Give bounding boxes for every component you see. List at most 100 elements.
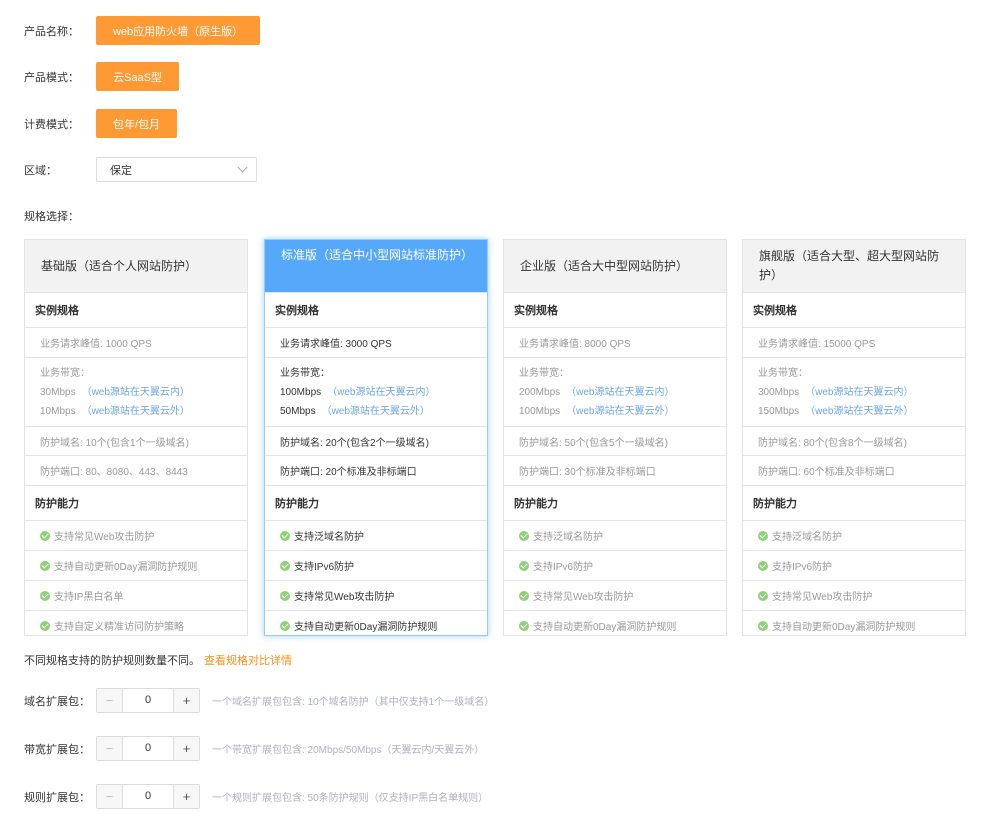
bandwidth-out: 50Mbps （web源站在天翼云外） [280,402,430,421]
bandwidth-out-value: 50Mbps [280,405,316,417]
bandwidth-out-value: 10Mbps [40,405,76,417]
ports-cell: 防护端口: 80、8080、443、8443 [25,455,247,485]
billing-mode-label: 计费模式： [24,118,79,131]
region-select[interactable]: 保定 [96,157,257,182]
product-name-label: 产品名称： [24,25,79,38]
decrement-button[interactable]: − [97,689,123,712]
product-mode-option[interactable]: 云SaaS型 [96,62,179,91]
ports-cell: 防护端口: 30个标准及非标端口 [504,455,726,485]
bandwidth-cell: 业务带宽： 100Mbps （web源站在天翼云内） 50Mbps （web源站在天… [265,357,487,426]
bandwidth-out: 100Mbps （web源站在天翼云外） [519,402,675,421]
qps-cell: 业务请求峰值: 1000 QPS [25,327,247,357]
feature-text: 支持自动更新0Day漏洞防护规则 [294,622,438,633]
bandwidth-in: 100Mbps （web源站在天翼云内） [280,383,436,402]
feature-text: 支持IPv6防护 [772,562,833,573]
extension-label: 带宽扩展包： [24,743,90,756]
bandwidth-label: 业务带宽： [40,367,90,379]
feature-item: 支持IP黑白名单 [25,580,247,610]
decrement-button[interactable]: − [97,785,123,808]
qps-cell: 业务请求峰值: 3000 QPS [265,327,487,357]
bandwidth-out: 150Mbps （web源站在天翼云外） [758,402,914,421]
extension-label: 规则扩展包： [24,791,90,804]
spec-label: 规格选择： [24,211,79,223]
bandwidth-out-value: 100Mbps [519,405,561,417]
plan-card[interactable]: 标准版（适合中小型网站标准防护） 实例规格 业务请求峰值: 3000 QPS 业… [264,239,488,636]
bandwidth-in-note: （web源站在天翼云内） [805,386,914,398]
check-circle-icon [280,590,290,601]
region-row: 区域： 保定 [24,157,257,182]
check-circle-icon [758,590,768,601]
increment-button[interactable]: + [173,689,199,712]
check-circle-icon [758,620,768,631]
increment-button[interactable]: + [173,785,199,808]
ability-title: 防护能力 [743,485,965,520]
bandwidth-label: 业务带宽： [280,367,330,379]
check-circle-icon [40,590,50,601]
check-circle-icon [519,530,529,541]
plan-card[interactable]: 基础版（适合个人网站防护） 实例规格 业务请求峰值: 1000 QPS 业务带宽… [24,239,248,636]
plan-card[interactable]: 旗舰版（适合大型、超大型网站防护） 实例规格 业务请求峰值: 15000 QPS… [742,239,966,636]
compare-details-link[interactable]: 查看规格对比详情 [204,655,292,667]
quantity-stepper: −0 + [96,688,200,713]
feature-text: 支持自动更新0Day漏洞防护规则 [54,562,198,573]
feature-item: 支持IPv6防护 [265,550,487,580]
instance-spec-title: 实例规格 [504,292,726,327]
bandwidth-out-note: （web源站在天翼云外） [321,405,430,417]
plan-title: 标准版（适合中小型网站标准防护） [265,240,487,292]
plan-title: 基础版（适合个人网站防护） [25,240,247,292]
quantity-stepper: −0 + [96,736,200,761]
feature-text: 支持常见Web攻击防护 [294,592,395,603]
bandwidth-cell: 业务带宽： 30Mbps （web源站在天翼云内） 10Mbps （web源站在天翼… [25,357,247,426]
spec-notice: 不同规格支持的防护规则数量不同。 查看规格对比详情 [24,652,292,668]
increment-button[interactable]: + [173,737,199,760]
bandwidth-in-value: 200Mbps [519,386,561,398]
extension-row: 域名扩展包： −0 + 一个域名扩展包包含: 10个域名防护（其中仅支持1个一级域名） [24,688,494,713]
decrement-button[interactable]: − [97,737,123,760]
feature-text: 支持自动更新0Day漏洞防护规则 [772,622,916,633]
check-circle-icon [40,560,50,571]
product-mode-label: 产品模式： [24,71,79,84]
ability-title: 防护能力 [504,485,726,520]
bandwidth-label: 业务带宽： [519,367,569,379]
quantity-input[interactable]: 0 [123,737,173,760]
billing-mode-row: 计费模式： 包年/包月 [24,109,178,138]
check-circle-icon [40,530,50,541]
extension-hint: 一个规则扩展包包含: 50条防护规则（仅支持IP黑白名单规则） [212,793,489,804]
bandwidth-in-note: （web源站在天翼云内） [327,386,436,398]
extension-hint: 一个带宽扩展包包含: 20Mbps/50Mbps（天翼云内/天翼云外） [212,745,485,756]
bandwidth-out-note: （web源站在天翼云外） [566,405,675,417]
feature-text: 支持IPv6防护 [294,562,355,573]
quantity-input[interactable]: 0 [123,689,173,712]
product-name-row: 产品名称： web应用防火墙（原生版） [24,16,261,45]
feature-text: 支持常见Web攻击防护 [772,592,873,603]
feature-item: 支持自动更新0Day漏洞防护规则 [25,550,247,580]
plan-title: 旗舰版（适合大型、超大型网站防护） [743,240,965,292]
quantity-input[interactable]: 0 [123,785,173,808]
spec-row: 规格选择： [24,208,96,224]
instance-spec-title: 实例规格 [25,292,247,327]
feature-text: 支持自动更新0Day漏洞防护规则 [533,622,677,633]
ports-cell: 防护端口: 20个标准及非标端口 [265,455,487,485]
extension-label: 域名扩展包： [24,695,90,708]
bandwidth-in: 200Mbps （web源站在天翼云内） [519,383,675,402]
bandwidth-out-value: 150Mbps [758,405,800,417]
check-circle-icon [758,560,768,571]
product-name-option[interactable]: web应用防火墙（原生版） [96,16,261,45]
feature-text: 支持泛域名防护 [772,532,842,543]
feature-item: 支持IPv6防护 [743,550,965,580]
region-label: 区域： [24,164,57,177]
billing-mode-option[interactable]: 包年/包月 [96,109,178,138]
check-circle-icon [280,560,290,571]
ports-cell: 防护端口: 60个标准及非标端口 [743,455,965,485]
plan-card[interactable]: 企业版（适合大中型网站防护） 实例规格 业务请求峰值: 8000 QPS 业务带… [503,239,727,636]
region-select-value: 保定 [110,164,132,177]
bandwidth-out: 10Mbps （web源站在天翼云外） [40,402,190,421]
check-circle-icon [519,590,529,601]
feature-item: 支持常见Web攻击防护 [504,580,726,610]
feature-text: 支持泛域名防护 [294,532,364,543]
feature-item: 支持自动更新0Day漏洞防护规则 [743,610,965,640]
bandwidth-in-note: （web源站在天翼云内） [566,386,675,398]
bandwidth-out-note: （web源站在天翼云外） [81,405,190,417]
check-circle-icon [519,620,529,631]
feature-item: 支持自动更新0Day漏洞防护规则 [265,610,487,640]
